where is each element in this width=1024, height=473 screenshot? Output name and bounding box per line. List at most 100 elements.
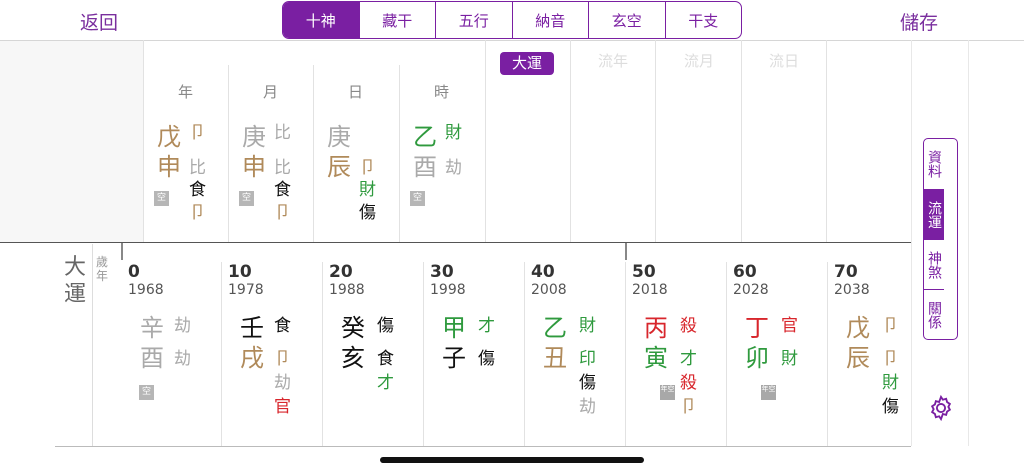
bazi-app: 返回 儲存 十神 藏干 五行 納音 玄空 干支 年 戊 申 卩 比 食 卩 空 … (0, 0, 1024, 473)
dayun-year: 2008 (531, 282, 567, 298)
dayun-column[interactable]: 50 2018 丙 寅 殺 才 殺 卩 年空 (626, 262, 727, 447)
pillar-year[interactable]: 年 戊 申 卩 比 食 卩 空 (143, 65, 228, 240)
stem-ten-god: 財 (579, 316, 596, 336)
heavenly-stem: 辛 (140, 314, 164, 342)
dayun-age: 50 (632, 262, 656, 282)
gear-icon[interactable] (927, 394, 955, 422)
dayun-age: 10 (228, 262, 252, 282)
hidden-god: 財 (781, 349, 798, 369)
year-marker (625, 243, 627, 260)
kongwang-badge: 空 (239, 191, 254, 206)
dayun-column[interactable]: 30 1998 甲 子 才 傷 (424, 262, 525, 447)
heavenly-stem: 丙 (644, 314, 668, 342)
view-mode-tabs: 十神 藏干 五行 納音 玄空 干支 (282, 1, 742, 39)
tab-nayin[interactable]: 納音 (511, 2, 589, 38)
dayun-year: 2018 (632, 282, 668, 298)
tab-canggan[interactable]: 藏干 (358, 2, 436, 38)
divider (0, 40, 1024, 41)
heavenly-stem: 壬 (240, 314, 264, 342)
liuri-header[interactable]: 流日 (754, 50, 814, 71)
heavenly-stem: 乙 (543, 314, 567, 342)
hidden-god: 殺 (680, 373, 697, 393)
hidden-god: 劫 (445, 158, 462, 178)
earthly-branch: 寅 (644, 344, 668, 372)
hidden-god: 食 (274, 180, 291, 200)
year-marker (121, 243, 123, 260)
home-indicator[interactable] (380, 457, 644, 463)
hidden-god: 印 (579, 349, 596, 369)
hidden-god: 官 (274, 397, 291, 417)
tab-ganzhi[interactable]: 干支 (664, 2, 742, 38)
dayun-tag[interactable]: 大運 (500, 52, 554, 75)
dayun-year: 1998 (430, 282, 466, 298)
dayun-column[interactable]: 0 1968 辛 酉 劫 劫 空 (122, 262, 223, 447)
divider (911, 40, 912, 446)
dayun-age: 0 (128, 262, 140, 282)
dayun-year: 2038 (834, 282, 870, 298)
earthly-branch: 酉 (413, 153, 437, 181)
dayun-column[interactable]: 40 2008 乙 丑 財 印 傷 劫 (525, 262, 626, 447)
dayun-age: 60 (733, 262, 757, 282)
tab-relations[interactable]: 關係 (924, 289, 944, 339)
kongwang-badge: 空 (410, 191, 425, 206)
back-button[interactable]: 返回 (80, 8, 118, 35)
hidden-god: 財 (359, 180, 376, 200)
earthly-branch: 申 (242, 153, 266, 181)
divider (968, 40, 969, 446)
tab-wuxing[interactable]: 五行 (435, 2, 512, 38)
earthly-branch: 辰 (327, 153, 351, 181)
dayun-year: 2028 (733, 282, 769, 298)
kongwang-badge: 空 (139, 385, 154, 400)
hidden-god: 傷 (359, 203, 376, 223)
dayun-label: 大運 (63, 255, 86, 307)
liunian-header[interactable]: 流年 (583, 50, 643, 71)
tab-shishen[interactable]: 十神 (283, 2, 359, 38)
liuyue-header[interactable]: 流月 (669, 50, 729, 71)
dayun-year: 1988 (329, 282, 365, 298)
hidden-god: 傷 (579, 373, 596, 393)
nian-kong-badge: 年空 (761, 385, 776, 400)
dayun-column[interactable]: 60 2028 丁 卯 官 財 年空 (727, 262, 828, 447)
stem-ten-god: 殺 (680, 316, 697, 336)
divider (655, 40, 656, 242)
stem-ten-god: 卩 (882, 316, 899, 336)
earthly-branch: 丑 (543, 344, 567, 372)
heavenly-stem: 癸 (341, 314, 365, 342)
dayun-column[interactable]: 70 2038 戊 辰 卩 卩 財 傷 (828, 262, 911, 447)
tab-info[interactable]: 資料 (924, 139, 944, 189)
stem-ten-god: 財 (445, 123, 462, 143)
heavenly-stem: 丁 (745, 314, 769, 342)
save-button[interactable]: 儲存 (900, 8, 938, 35)
earthly-branch: 酉 (140, 344, 164, 372)
heavenly-stem: 戊 (846, 314, 870, 342)
age-year-label: 歲年 (96, 255, 109, 283)
earthly-branch: 亥 (341, 344, 365, 372)
hidden-god: 卩 (274, 203, 291, 223)
hidden-god: 卩 (882, 349, 899, 369)
heavenly-stem: 乙 (413, 123, 437, 151)
hidden-god: 食 (377, 349, 394, 369)
hidden-god: 劫 (174, 349, 191, 369)
dayun-year: 1968 (128, 282, 164, 298)
hidden-god: 傷 (478, 349, 495, 369)
pillar-hour[interactable]: 時 乙 酉 財 劫 空 (399, 65, 484, 240)
pillar-day[interactable]: 日 庚 辰 卩 財 傷 (313, 65, 398, 240)
tab-xuankong[interactable]: 玄空 (588, 2, 665, 38)
divider (570, 40, 571, 242)
divider (485, 40, 486, 242)
stem-ten-god: 食 (274, 316, 291, 336)
earthly-branch: 申 (157, 153, 181, 181)
hidden-god: 傷 (882, 397, 899, 417)
stem-ten-god: 比 (274, 123, 291, 143)
pillar-header: 日 (347, 83, 363, 101)
hidden-god: 劫 (579, 397, 596, 417)
tab-shensha[interactable]: 神煞 (924, 239, 944, 289)
hidden-god: 比 (189, 158, 206, 178)
dayun-column[interactable]: 20 1988 癸 亥 傷 食 才 (323, 262, 424, 447)
earthly-branch: 卯 (745, 344, 769, 372)
dayun-column[interactable]: 10 1978 壬 戌 食 卩 劫 官 (222, 262, 323, 447)
heavenly-stem: 戊 (157, 123, 181, 151)
heavenly-stem: 庚 (327, 123, 351, 151)
pillar-month[interactable]: 月 庚 申 比 比 食 卩 空 (228, 65, 313, 240)
tab-luck[interactable]: 流運 (924, 189, 944, 239)
